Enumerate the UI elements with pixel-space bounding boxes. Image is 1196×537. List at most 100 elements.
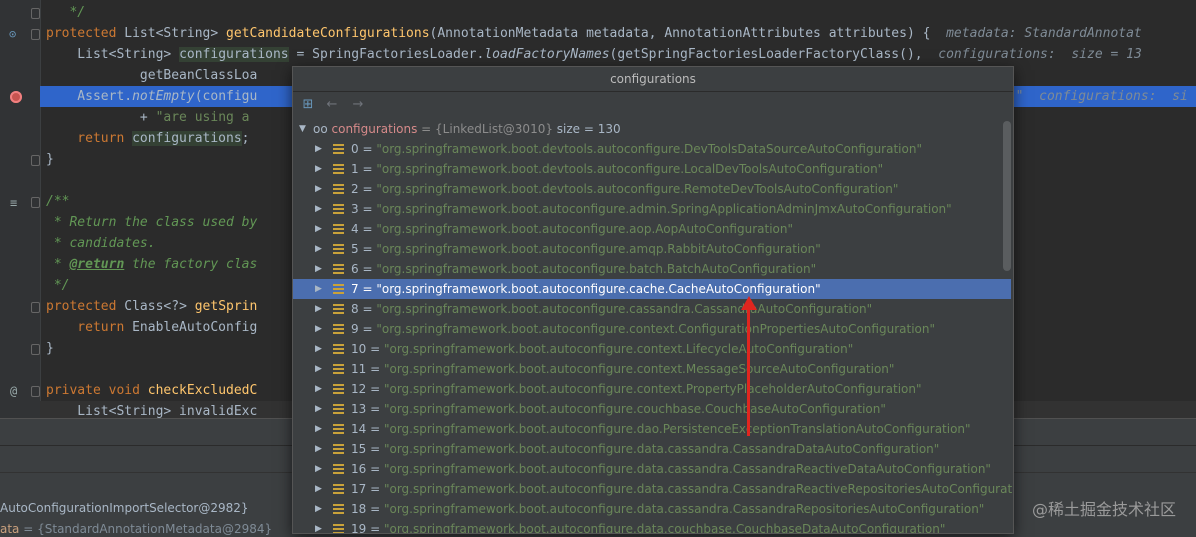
expand-icon[interactable]: ▶ [315,259,322,279]
expand-icon[interactable]: ▶ [315,399,322,419]
code-line[interactable]: protected List<String> getCandidateConfi… [46,23,1142,44]
expand-icon[interactable]: ▶ [315,379,322,399]
fold-marker-icon[interactable] [31,302,40,313]
code-line[interactable]: } [46,338,54,359]
root-type: = {LinkedList@3010} [417,122,553,136]
list-item[interactable]: ▶ 5 = "org.springframework.boot.autoconfi… [293,239,1011,259]
fold-marker-icon[interactable] [31,155,40,166]
field-icon [333,184,344,194]
expand-icon[interactable]: ▶ [315,499,322,519]
popup-toolbar: ⊞ ← → [293,92,1013,118]
list-item[interactable]: ▶ 2 = "org.springframework.boot.devtools.… [293,179,1011,199]
code-line[interactable]: getBeanClassLoa [46,65,257,86]
list-item[interactable]: ▶ 3 = "org.springframework.boot.autoconfi… [293,199,1011,219]
list-item[interactable]: ▶ 18 = "org.springframework.boot.autoconf… [293,499,1011,519]
code-token: (configu [194,89,258,104]
list-item[interactable]: ▶ 9 = "org.springframework.boot.autoconfi… [293,319,1011,339]
code-token: * candidates. [46,236,156,251]
field-icon [333,404,344,414]
popup-scrollbar[interactable] [1003,121,1011,271]
expand-icon[interactable]: ▶ [315,199,322,219]
item-index: 19 [351,522,367,534]
expand-icon[interactable]: ▶ [315,439,322,459]
code-token: loadFactoryNames [484,47,610,62]
back-arrow-icon[interactable]: ← [323,96,341,114]
fold-marker-icon[interactable] [31,29,40,40]
item-label: 8 = "org.springframework.boot.autoconfig… [351,302,873,316]
list-item[interactable]: ▶ 12 = "org.springframework.boot.autoconf… [293,379,1011,399]
expand-icon[interactable]: ▶ [315,519,322,533]
field-icon [333,304,344,314]
code-token: private void [46,383,148,398]
expand-icon[interactable]: ▶ [315,459,322,479]
list-item[interactable]: ▶ 19 = "org.springframework.boot.autoconf… [293,519,1011,534]
list-item[interactable]: ▶ 14 = "org.springframework.boot.autoconf… [293,419,1011,439]
item-index: 5 [351,242,359,256]
fold-marker-icon[interactable] [31,8,40,19]
variable-metadata[interactable]: ata = {StandardAnnotationMetadata@2984} [0,522,272,536]
editor-gutter[interactable]: ⊙ ≡ @ [0,0,41,418]
expand-icon[interactable]: ▶ [315,339,322,359]
list-item[interactable]: ▶ 16 = "org.springframework.boot.autoconf… [293,459,1011,479]
field-icon [333,284,344,294]
fold-marker-icon[interactable] [31,344,40,355]
code-line[interactable]: return configurations; [46,128,250,149]
expand-icon[interactable]: ▶ [315,419,322,439]
list-item[interactable]: ▶ 15 = "org.springframework.boot.autoconf… [293,439,1011,459]
code-line[interactable]: * Return the class used by [46,212,258,233]
expand-icon[interactable]: ▶ [315,319,322,339]
expand-icon[interactable]: ▶ [315,299,322,319]
code-line[interactable]: protected Class<?> getSprin [46,296,257,317]
implements-icon[interactable]: ⊙ [9,27,16,41]
list-item[interactable]: ▶ 7 = "org.springframework.boot.autoconfi… [293,279,1011,299]
code-line[interactable]: } [46,149,54,170]
evaluate-popup[interactable]: configurations ⊞ ← → ▼ oo configurations… [292,66,1014,534]
code-line[interactable]: + "are using a [46,107,250,128]
code-line[interactable]: List<String> configurations = SpringFact… [46,44,1142,65]
expand-icon[interactable]: ▶ [315,479,322,499]
item-label: 11 = "org.springframework.boot.autoconfi… [351,362,895,376]
item-value: "org.springframework.boot.autoconfigure.… [383,462,991,476]
list-item[interactable]: ▶ 4 = "org.springframework.boot.autoconfi… [293,219,1011,239]
item-label: 17 = "org.springframework.boot.autoconfi… [351,479,1013,499]
list-item[interactable]: ▶ 6 = "org.springframework.boot.autoconfi… [293,259,1011,279]
code-line[interactable]: private void checkExcludedC [46,380,257,401]
add-to-watches-icon[interactable]: ⊞ [299,96,317,114]
variable-name: ata [0,522,20,536]
code-line[interactable]: */ [46,275,70,296]
variable-this[interactable]: AutoConfigurationImportSelector@2982} [0,501,249,515]
tree-root-row[interactable]: ▼ oo configurations = {LinkedList@3010} … [293,119,1011,139]
list-item[interactable]: ▶ 10 = "org.springframework.boot.autoconf… [293,339,1011,359]
list-item[interactable]: ▶ 8 = "org.springframework.boot.autoconfi… [293,299,1011,319]
fold-marker-icon[interactable] [31,386,40,397]
list-item[interactable]: ▶ 17 = "org.springframework.boot.autoconf… [293,479,1013,499]
item-index: 18 [351,502,367,516]
expand-icon[interactable]: ▶ [315,179,322,199]
expand-icon[interactable]: ▶ [315,279,322,299]
code-line[interactable]: return EnableAutoConfig [46,317,257,338]
forward-arrow-icon[interactable]: → [349,96,367,114]
code-line[interactable]: /** [46,191,69,212]
code-line[interactable]: */ [46,2,85,23]
item-value: "org.springframework.boot.autoconfigure.… [383,442,940,456]
code-line[interactable]: * @return the factory clas [46,254,258,275]
item-index: 15 [351,442,367,456]
code-line[interactable]: * candidates. [46,233,156,254]
expand-icon[interactable]: ▶ [315,159,322,179]
expand-icon[interactable]: ▶ [315,219,322,239]
expand-icon[interactable]: ▶ [315,139,322,159]
list-item[interactable]: ▶ 13 = "org.springframework.boot.autoconf… [293,399,1011,419]
collapse-icon[interactable]: ▼ [299,119,306,139]
list-item[interactable]: ▶ 11 = "org.springframework.boot.autoconf… [293,359,1011,379]
expand-icon[interactable]: ▶ [315,239,322,259]
list-item[interactable]: ▶ 0 = "org.springframework.boot.devtools.… [293,139,1011,159]
field-icon [333,444,344,454]
item-label: 6 = "org.springframework.boot.autoconfig… [351,262,817,276]
code-token: EnableAutoConfig [132,320,258,335]
list-item[interactable]: ▶ 1 = "org.springframework.boot.devtools.… [293,159,1011,179]
expand-icon[interactable]: ▶ [315,359,322,379]
item-index: 12 [351,382,367,396]
breakpoint-icon[interactable] [10,91,22,103]
fold-marker-icon[interactable] [31,197,40,208]
variables-tree[interactable]: ▼ oo configurations = {LinkedList@3010} … [293,119,1013,534]
